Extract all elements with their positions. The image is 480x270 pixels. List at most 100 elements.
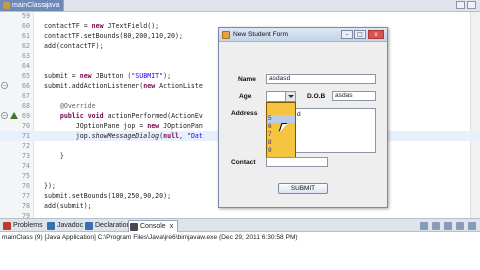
javadoc-icon bbox=[47, 222, 55, 230]
line-number: 70 bbox=[22, 122, 30, 130]
new-student-form-window: New Student Form – □ x Name asdasd Age D… bbox=[218, 27, 388, 208]
line-number: 75 bbox=[22, 172, 30, 180]
code-token: public bbox=[59, 112, 84, 120]
pin-console-icon[interactable] bbox=[456, 222, 464, 230]
code-token: void bbox=[87, 112, 104, 120]
age-option[interactable]: 8 bbox=[267, 139, 295, 147]
declaration-icon bbox=[85, 222, 93, 230]
code-token: new bbox=[91, 22, 104, 30]
age-label: Age bbox=[239, 93, 252, 100]
age-combobox[interactable] bbox=[266, 91, 296, 102]
code-line[interactable]: 59 bbox=[0, 11, 480, 21]
console-status-text: mainClass (9) [Java Application] C:\Prog… bbox=[2, 234, 298, 241]
line-number: 67 bbox=[22, 92, 30, 100]
views-tabbar: Problems Javadoc Declaration Console x bbox=[0, 218, 480, 232]
console-view[interactable]: mainClass (9) [Java Application] C:\Prog… bbox=[0, 232, 480, 270]
line-number: 61 bbox=[22, 32, 30, 40]
code-text: contactTF.setBounds(80,200,110,20); bbox=[44, 31, 183, 41]
code-token: add(submit); bbox=[44, 202, 92, 210]
code-token: @Override bbox=[59, 102, 96, 110]
age-option[interactable]: 9 bbox=[267, 147, 295, 155]
age-option[interactable]: 7 bbox=[267, 131, 295, 139]
code-token: actionPerformed(ActionEv bbox=[103, 112, 203, 120]
code-text: jop.showMessageDialog(null, "Dat bbox=[44, 131, 203, 141]
view-tab-javadoc[interactable]: Javadoc bbox=[46, 220, 87, 232]
console-icon bbox=[130, 223, 138, 231]
view-tab-label: Problems bbox=[13, 222, 43, 229]
scroll-lock-icon[interactable] bbox=[444, 222, 452, 230]
contact-field[interactable] bbox=[266, 157, 328, 167]
code-token: submit = bbox=[44, 72, 80, 80]
code-token: } bbox=[44, 152, 64, 160]
minimize-editor-button[interactable] bbox=[456, 1, 465, 9]
contact-label: Contact bbox=[231, 159, 256, 166]
line-number: 73 bbox=[22, 152, 30, 160]
dob-field[interactable]: asdas bbox=[332, 91, 376, 101]
view-tab-console[interactable]: Console x bbox=[128, 220, 179, 232]
code-token: , bbox=[179, 132, 187, 140]
submit-button[interactable]: SUBMIT bbox=[278, 183, 328, 194]
code-text: contactTF = new JTextField(); bbox=[44, 21, 159, 31]
code-token: new bbox=[147, 122, 160, 130]
clear-console-icon[interactable] bbox=[432, 222, 440, 230]
code-text: submit.addActionListener(new ActionListe bbox=[44, 81, 203, 91]
close-view-icon[interactable]: x bbox=[170, 223, 174, 230]
code-token: contactTF = bbox=[44, 22, 92, 30]
line-number: 78 bbox=[22, 202, 30, 210]
minimize-button[interactable]: – bbox=[341, 30, 353, 39]
editor-tab-label: mainClass.java bbox=[12, 2, 60, 9]
dob-label: D.O.B bbox=[307, 93, 326, 100]
code-text: }); bbox=[44, 181, 56, 191]
code-token: contactTF.setBounds(80,200,110,20); bbox=[44, 32, 183, 40]
age-dropdown-list[interactable]: 56789 bbox=[266, 102, 296, 164]
line-number: 65 bbox=[22, 72, 30, 80]
view-menu-icon[interactable] bbox=[468, 222, 476, 230]
terminate-icon[interactable] bbox=[420, 222, 428, 230]
java-file-icon bbox=[3, 2, 10, 9]
code-token: JOptionPan bbox=[159, 122, 203, 130]
line-number: 76 bbox=[22, 182, 30, 190]
chevron-down-icon[interactable] bbox=[285, 92, 295, 101]
fold-icon[interactable]: − bbox=[1, 112, 8, 119]
dialog-title: New Student Form bbox=[233, 31, 288, 38]
line-number: 59 bbox=[22, 12, 30, 20]
code-token: showMessageDialog bbox=[91, 132, 160, 140]
maximize-editor-button[interactable] bbox=[467, 1, 476, 9]
editor-tab-mainclass[interactable]: mainClass.java bbox=[0, 0, 65, 11]
code-text: public void actionPerformed(ActionEv bbox=[44, 111, 203, 121]
age-option[interactable]: 5 bbox=[267, 115, 295, 123]
line-number: 60 bbox=[22, 22, 30, 30]
line-number: 63 bbox=[22, 52, 30, 60]
line-number: 74 bbox=[22, 162, 30, 170]
code-token: JOptionPane jop = bbox=[44, 122, 148, 130]
maximize-button[interactable]: □ bbox=[354, 30, 366, 39]
code-text: add(submit); bbox=[44, 201, 92, 211]
view-tab-declaration[interactable]: Declaration bbox=[84, 220, 134, 232]
code-text: add(contactTF); bbox=[44, 41, 104, 51]
code-token: JButton ( bbox=[91, 72, 132, 80]
view-tab-problems[interactable]: Problems bbox=[2, 220, 47, 232]
code-token: "Dat bbox=[186, 132, 203, 140]
close-button[interactable]: x bbox=[368, 30, 384, 39]
code-token: JTextField(); bbox=[103, 22, 160, 30]
eclipse-window: mainClass.java x 59 60 contactTF = new JTe… bbox=[0, 0, 480, 270]
code-text: submit.setBounds(100,250,90,20); bbox=[44, 191, 171, 201]
code-text: JOptionPane jop = new JOptionPan bbox=[44, 121, 203, 131]
code-token: new bbox=[79, 72, 92, 80]
editor-tab-close-icon[interactable]: x bbox=[44, 0, 48, 11]
dialog-titlebar[interactable]: New Student Form – □ x bbox=[219, 28, 387, 42]
line-number: 72 bbox=[22, 142, 30, 150]
console-toolbar bbox=[420, 222, 476, 230]
code-token: ActionListe bbox=[155, 82, 203, 90]
view-tab-label: Javadoc bbox=[57, 222, 84, 229]
name-field[interactable]: asdasd bbox=[266, 74, 376, 84]
fold-icon[interactable]: − bbox=[1, 82, 8, 89]
line-number: 77 bbox=[22, 192, 30, 200]
editor-window-controls bbox=[456, 1, 476, 9]
code-token: add(contactTF); bbox=[44, 42, 104, 50]
address-label: Address bbox=[231, 110, 258, 117]
code-text: submit = new JButton ("SUBMIT"); bbox=[44, 71, 171, 81]
code-text: } bbox=[44, 151, 64, 161]
